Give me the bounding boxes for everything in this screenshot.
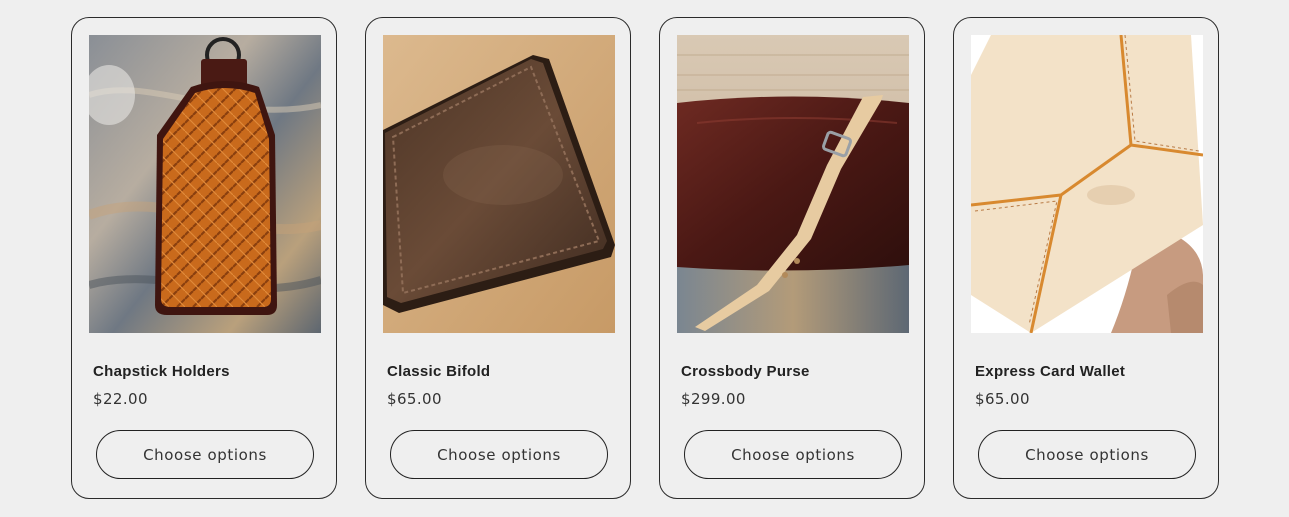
product-price: $299.00 <box>681 390 746 408</box>
product-grid: Chapstick Holders $22.00 Choose options <box>71 17 1219 499</box>
product-title[interactable]: Crossbody Purse <box>681 363 810 380</box>
choose-options-button[interactable]: Choose options <box>96 430 314 479</box>
product-price: $65.00 <box>387 390 442 408</box>
classic-bifold-image[interactable] <box>383 35 615 333</box>
crossbody-purse-image[interactable] <box>677 35 909 333</box>
product-card[interactable]: Express Card Wallet $65.00 Choose option… <box>953 17 1219 499</box>
chapstick-holder-image[interactable] <box>89 35 321 333</box>
choose-options-button[interactable]: Choose options <box>390 430 608 479</box>
product-price: $22.00 <box>93 390 148 408</box>
product-card[interactable]: Chapstick Holders $22.00 Choose options <box>71 17 337 499</box>
product-title[interactable]: Express Card Wallet <box>975 363 1125 380</box>
choose-options-button[interactable]: Choose options <box>978 430 1196 479</box>
product-card[interactable]: Crossbody Purse $299.00 Choose options <box>659 17 925 499</box>
choose-options-button[interactable]: Choose options <box>684 430 902 479</box>
product-price: $65.00 <box>975 390 1030 408</box>
product-title[interactable]: Classic Bifold <box>387 363 490 380</box>
product-title[interactable]: Chapstick Holders <box>93 363 230 380</box>
express-card-wallet-image[interactable] <box>971 35 1203 333</box>
product-card[interactable]: Classic Bifold $65.00 Choose options <box>365 17 631 499</box>
